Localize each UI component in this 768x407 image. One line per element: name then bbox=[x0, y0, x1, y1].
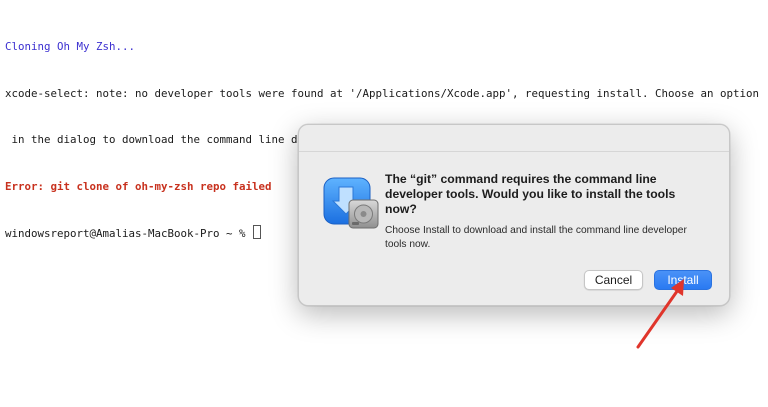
terminal-line: Cloning Oh My Zsh... bbox=[5, 40, 136, 53]
xcode-install-icon bbox=[323, 177, 379, 229]
annotation-arrow-icon bbox=[636, 279, 684, 349]
dialog-titlebar[interactable] bbox=[299, 125, 729, 152]
terminal-prompt: windowsreport@Amalias-MacBook-Pro ~ % bbox=[5, 227, 253, 240]
dialog-heading: The “git” command requires the command l… bbox=[385, 172, 676, 217]
terminal-line: xcode-select: note: no developer tools w… bbox=[5, 86, 760, 100]
dialog-message: Choose Install to download and install t… bbox=[385, 225, 687, 250]
terminal-cursor bbox=[253, 225, 262, 239]
